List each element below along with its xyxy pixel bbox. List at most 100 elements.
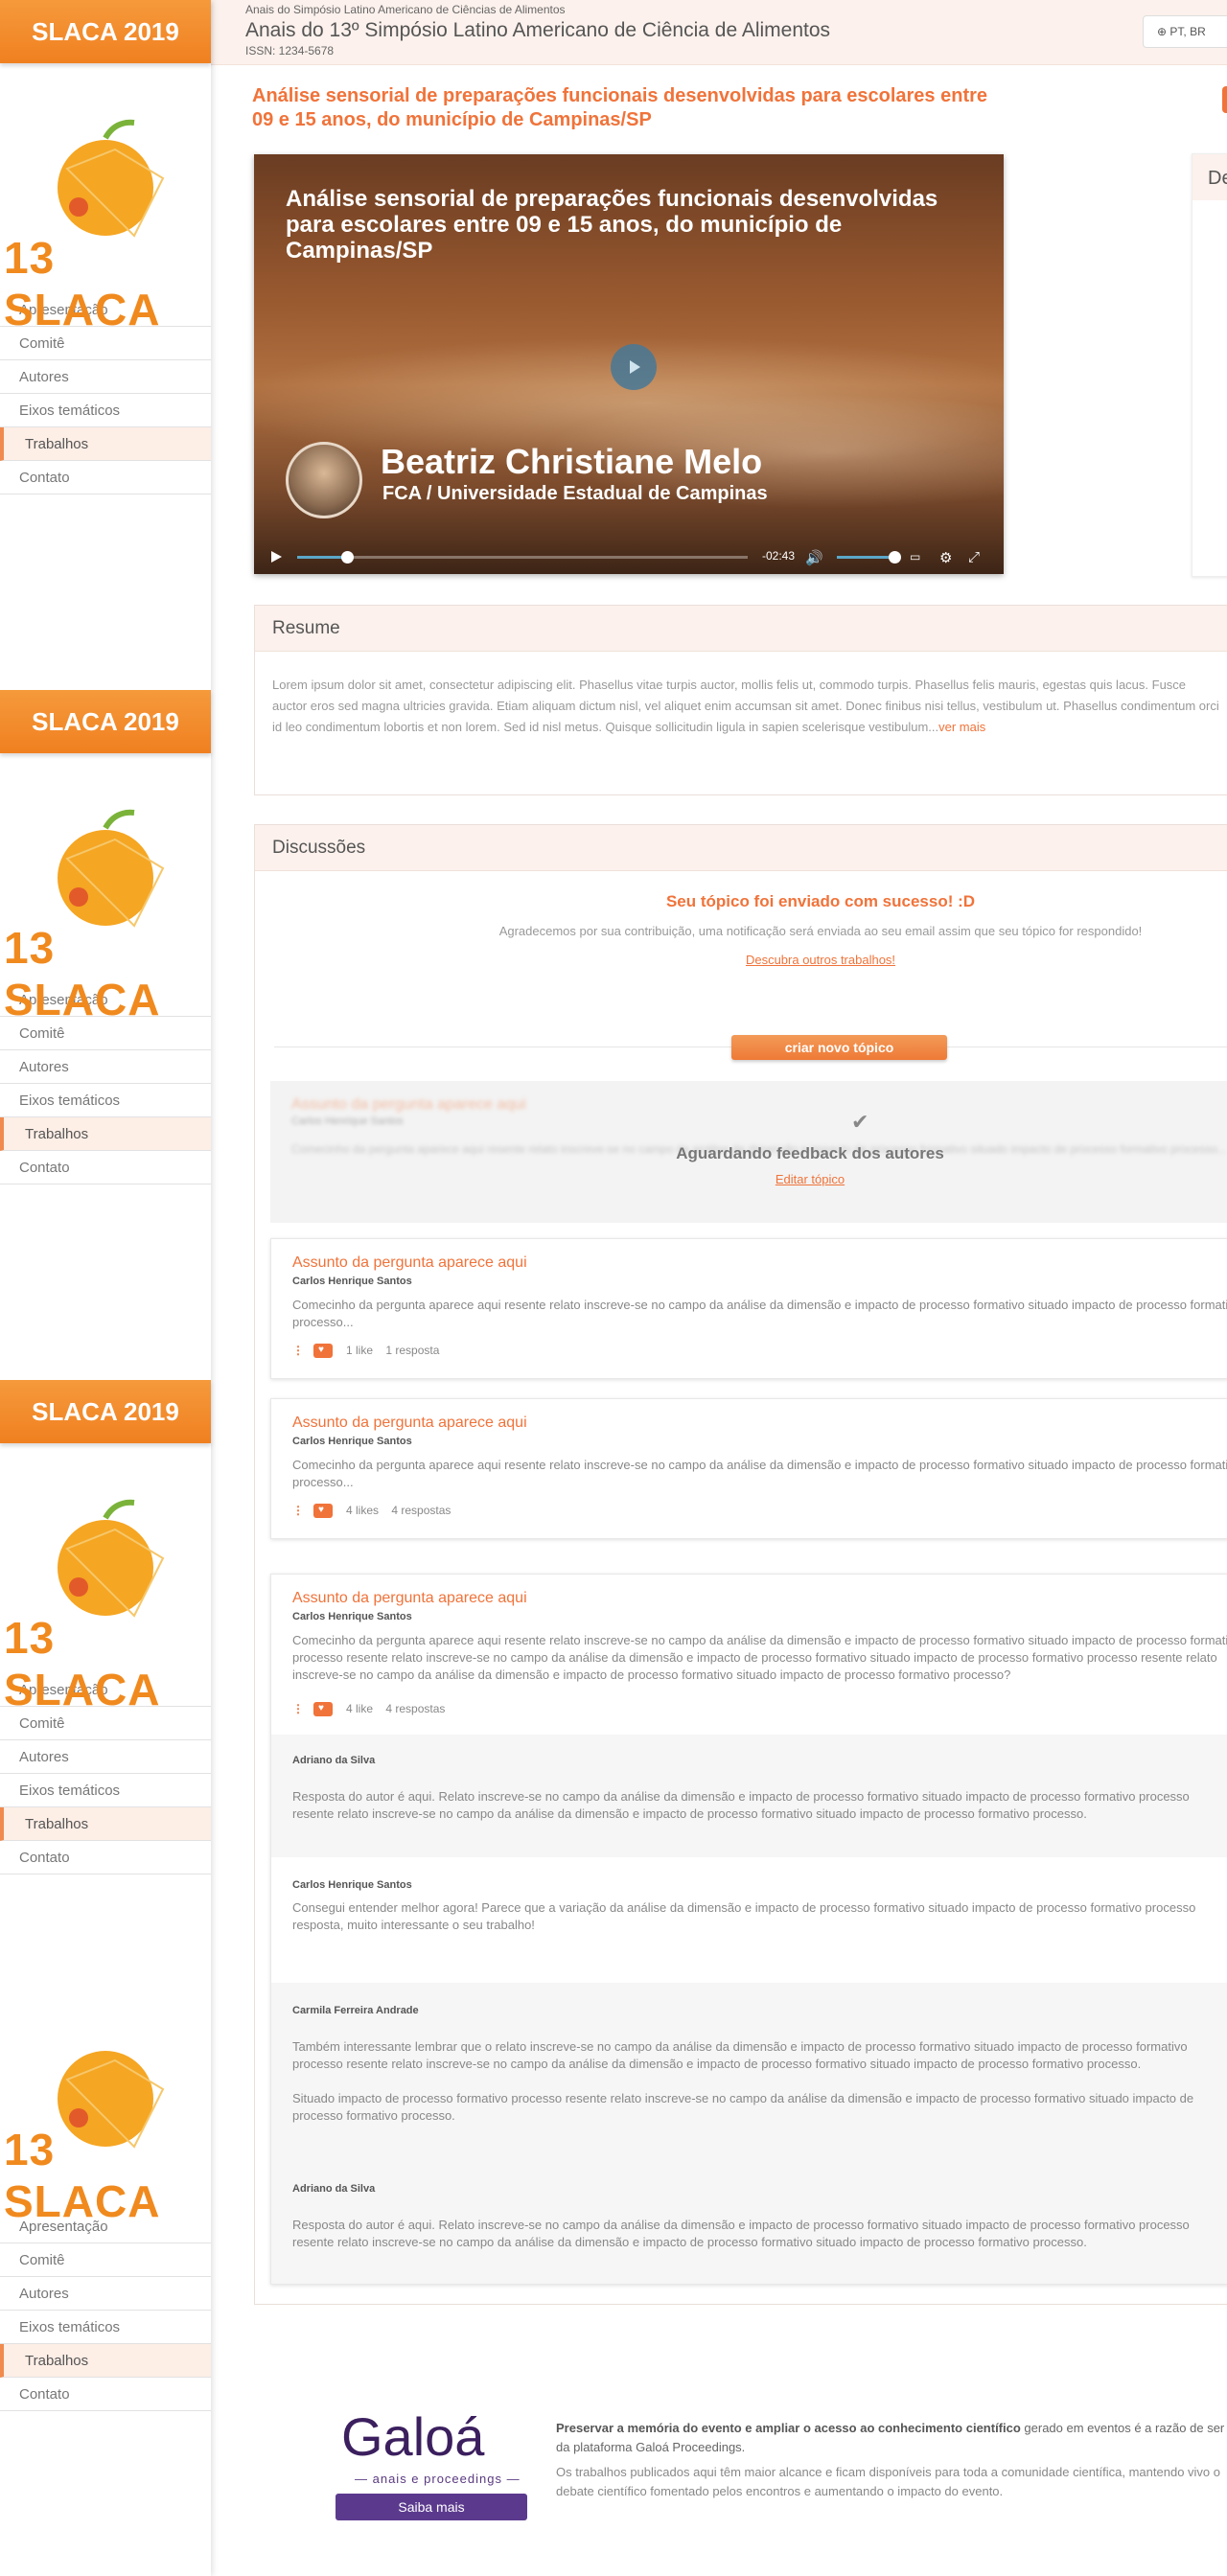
reply-text: Resposta do autor é aqui. Relato inscrev… <box>292 2218 1190 2249</box>
discussions-section: Discussões Seu tópico foi enviado com su… <box>254 824 1227 2305</box>
header-title[interactable]: Anais do 13º Simpósio Latino Americano d… <box>245 19 830 42</box>
sidebar-item-autores[interactable]: Autores <box>0 1740 211 1774</box>
read-more-link[interactable]: ver mais <box>938 720 985 734</box>
reply-count[interactable]: 4 respostas <box>385 1702 445 1715</box>
details-card: De <box>1192 153 1227 577</box>
topic-card[interactable]: Assunto da pergunta aparece aqui Carlos … <box>270 1238 1227 1379</box>
sidebar-item-eixos[interactable]: Eixos temáticos <box>0 2311 211 2344</box>
play-icon[interactable] <box>611 344 657 390</box>
sidebar-banner[interactable]: SLACA 2019 <box>0 0 211 63</box>
event-logo[interactable]: 13 SLACA <box>0 753 211 1024</box>
sidebar-item-trabalhos[interactable]: Trabalhos <box>0 427 211 461</box>
event-logo[interactable]: 13 SLACA <box>0 63 211 334</box>
sidebar-item-trabalhos[interactable]: Trabalhos <box>0 1117 211 1151</box>
abstract-text: Lorem ipsum dolor sit amet, consectetur … <box>255 652 1227 761</box>
check-icon: ✔ <box>851 1110 869 1134</box>
more-icon[interactable]: ⋮ <box>292 1344 306 1357</box>
reply-text: Situado impacto de processo formativo pr… <box>292 2091 1194 2123</box>
reply-text: Consegui entender melhor agora! Parece q… <box>292 1900 1196 1932</box>
sidebar-item-autores[interactable]: Autores <box>0 360 211 394</box>
reply: Carmila Ferreira Andrade Também interess… <box>271 1983 1227 2161</box>
footer-text: Preservar a memória do evento e ampliar … <box>556 2419 1227 2457</box>
topic-card-expanded[interactable]: Assunto da pergunta aparece aqui Carlos … <box>270 1574 1227 2285</box>
language-label: PT, BR <box>1169 25 1206 38</box>
topic-title[interactable]: Assunto da pergunta aparece aqui <box>292 1590 527 1607</box>
reply-author: Adriano da Silva <box>292 1755 376 1766</box>
success-text: Agradecemos por sua contribuição, uma no… <box>498 924 1143 938</box>
progress-handle[interactable] <box>340 551 354 564</box>
discussions-heading: Discussões <box>255 825 1227 871</box>
presenter-name: Beatriz Christiane Melo <box>381 442 763 481</box>
captions-icon[interactable]: ▭ <box>910 550 920 564</box>
sidebar-item-contato[interactable]: Contato <box>0 1151 211 1184</box>
header: Anais do Simpósio Latino Americano de Ci… <box>211 0 1227 65</box>
more-icon[interactable]: ⋮ <box>292 1504 306 1517</box>
sidebar-item-contato[interactable]: Contato <box>0 461 211 494</box>
topic-meta: ⋮ 1 like 1 resposta <box>292 1344 439 1359</box>
sidebar-item-trabalhos[interactable]: Trabalhos <box>0 2344 211 2378</box>
edit-topic-link[interactable]: Editar tópico <box>270 1172 1227 1186</box>
fullscreen-icon[interactable]: ⤢ <box>968 549 980 565</box>
pending-title: Assunto da pergunta aparece aqui <box>291 1096 526 1113</box>
language-button[interactable]: ⊕ PT, BR <box>1143 15 1227 48</box>
logo-text: 13 SLACA <box>4 2125 161 2226</box>
sidebar-item-eixos[interactable]: Eixos temáticos <box>0 394 211 427</box>
sidebar-banner[interactable]: SLACA 2019 <box>0 690 211 753</box>
topic-body: Comecinho da pergunta aparece aqui resen… <box>292 1458 1227 1489</box>
play-small-icon[interactable] <box>269 550 283 564</box>
progress-bar[interactable] <box>297 551 748 564</box>
presenter-avatar <box>286 442 362 518</box>
header-subtitle: Anais do Simpósio Latino Americano de Ci… <box>245 3 566 16</box>
learn-more-button[interactable]: Saiba mais <box>336 2494 527 2520</box>
sidebar-item-contato[interactable]: Contato <box>0 2378 211 2411</box>
settings-icon[interactable]: ⚙ <box>939 549 952 566</box>
topic-title[interactable]: Assunto da pergunta aparece aqui <box>292 1254 527 1272</box>
sidebar-item-autores[interactable]: Autores <box>0 2277 211 2311</box>
topic-body: Comecinho da pergunta aparece aqui resen… <box>292 1298 1227 1329</box>
topic-author: Carlos Henrique Santos <box>292 1276 412 1287</box>
discover-link[interactable]: Descubra outros trabalhos! <box>255 953 1227 967</box>
reply-count[interactable]: 1 resposta <box>385 1344 439 1357</box>
sidebar-item-eixos[interactable]: Eixos temáticos <box>0 1774 211 1807</box>
action-button[interactable] <box>1222 86 1227 113</box>
sidebar-item-trabalhos[interactable]: Trabalhos <box>0 1807 211 1841</box>
like-count: 4 likes <box>346 1504 380 1517</box>
page: SLACA 2019 13 SLACA Apresentação Comitê … <box>0 0 1227 2576</box>
sidebar-banner[interactable]: SLACA 2019 <box>0 1380 211 1443</box>
time-remaining: -02:43 <box>762 549 796 563</box>
volume-handle[interactable] <box>889 551 901 564</box>
event-logo[interactable]: 13 SLACA <box>0 2003 211 2226</box>
sidebar-item-contato[interactable]: Contato <box>0 1841 211 1874</box>
reply-author: Carlos Henrique Santos <box>292 1879 412 1891</box>
globe-icon: ⊕ <box>1157 25 1168 38</box>
sidebar-item-autores[interactable]: Autores <box>0 1050 211 1084</box>
like-icon[interactable] <box>313 1504 333 1519</box>
reply-author: Adriano da Silva <box>292 2183 376 2195</box>
video-controls: -02:43 🔊 ▭ ⚙ ⤢ <box>254 540 1004 574</box>
sidebar-item-eixos[interactable]: Eixos temáticos <box>0 1084 211 1117</box>
footer-text-secondary: Os trabalhos publicados aqui têm maior a… <box>556 2465 1220 2498</box>
like-icon[interactable] <box>313 1344 333 1359</box>
event-logo[interactable]: 13 SLACA <box>0 1443 211 1714</box>
like-icon[interactable] <box>313 1702 333 1717</box>
abstract-section: Resume Lorem ipsum dolor sit amet, conse… <box>254 605 1227 795</box>
topic-card[interactable]: Assunto da pergunta aparece aqui Carlos … <box>270 1398 1227 1539</box>
more-icon[interactable]: ⋮ <box>292 1702 306 1715</box>
volume-slider[interactable] <box>837 551 901 564</box>
pending-label: Aguardando feedback dos autores <box>676 1144 944 1162</box>
reply: Adriano da Silva Resposta do autor é aqu… <box>271 1735 1227 1857</box>
video-player[interactable]: Análise sensorial de preparações funcion… <box>254 154 1004 574</box>
pending-author: Carlos Henrique Santos <box>291 1116 404 1127</box>
new-topic-button[interactable]: criar novo tópico <box>731 1035 947 1060</box>
topic-body: Comecinho da pergunta aparece aqui resen… <box>292 1633 1227 1682</box>
topic-author: Carlos Henrique Santos <box>292 1436 412 1447</box>
reply-text: Resposta do autor é aqui. Relato inscrev… <box>292 1789 1190 1821</box>
abstract-body: Lorem ipsum dolor sit amet, consectetur … <box>272 678 1219 734</box>
topic-title[interactable]: Assunto da pergunta aparece aqui <box>292 1414 527 1432</box>
volume-icon[interactable]: 🔊 <box>805 549 823 566</box>
details-heading: De <box>1192 154 1227 200</box>
galoa-logo[interactable]: Galoá <box>341 2405 484 2468</box>
reply-count[interactable]: 4 respostas <box>391 1504 451 1517</box>
sidebar-item-comite[interactable]: Comitê <box>0 2243 211 2277</box>
reply-author: Carmila Ferreira Andrade <box>292 2005 419 2016</box>
